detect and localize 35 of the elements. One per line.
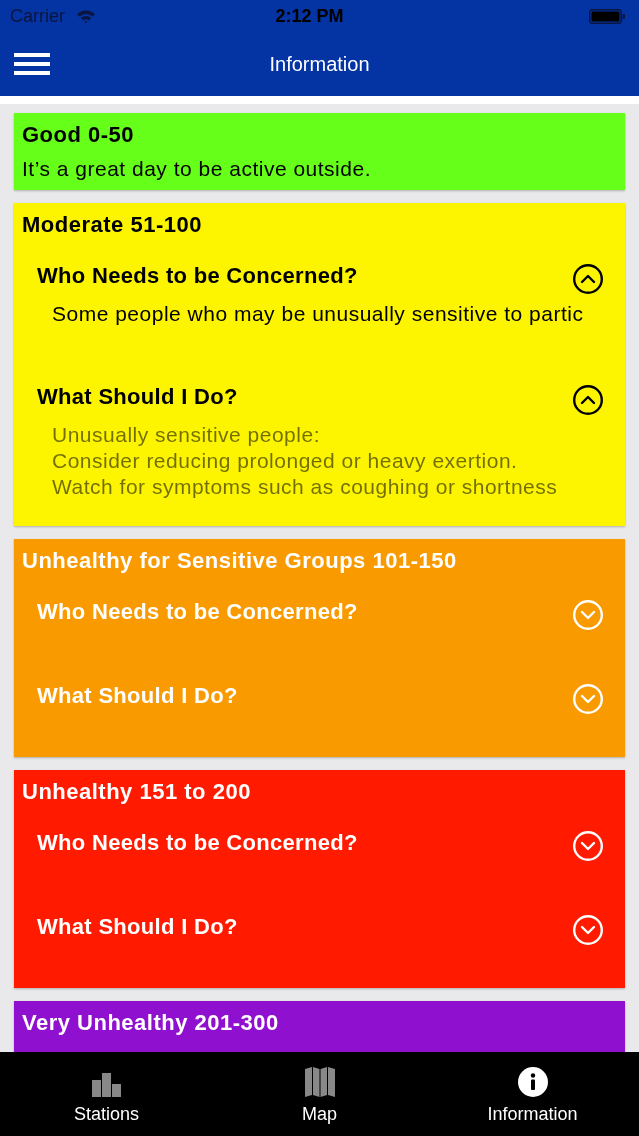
nav-title: Information [269,54,370,74]
tab[interactable]: Information [426,1052,639,1125]
category-title: Moderate 51-100 [22,211,203,239]
chevron-down-icon[interactable] [573,915,603,945]
battery-icon [589,8,625,24]
category-description: It’s a great day to be active outside. [22,156,372,182]
chevron-up-icon[interactable] [573,264,603,294]
tab[interactable]: Stations [0,1052,213,1125]
body-text: Watch for symptoms such as coughing or shortness [52,474,559,500]
section-heading: What Should I Do? [37,912,238,941]
section-heading: Who Needs to be Concerned? [37,828,358,857]
chevron-up-icon[interactable] [573,385,603,415]
category-title: Unhealthy 151 to 200 [22,778,252,806]
body-text: Consider reducing prolonged or heavy exertion. [52,448,519,474]
category-title: Good 0-50 [22,121,136,149]
status-time: 2:12 PM [275,7,345,25]
carrier-name: Carrier [10,7,65,25]
info-icon [517,1067,548,1097]
body-text: Unusually sensitive people: [52,422,321,448]
chevron-down-icon[interactable] [573,600,603,630]
chevron-down-icon[interactable] [573,831,603,861]
category-title: Unhealthy for Sensitive Groups 101-150 [22,547,458,575]
bar-chart-icon [92,1073,121,1097]
wifi-icon [77,9,95,23]
menu-icon [14,53,50,75]
section-heading: Who Needs to be Concerned? [37,597,358,626]
menu-button[interactable] [14,53,50,75]
tab[interactable]: Map [213,1052,426,1125]
category-title: Very Unhealthy 201-300 [22,1009,280,1037]
folded-map-icon [304,1067,335,1097]
chevron-down-icon[interactable] [573,684,603,714]
section-heading: What Should I Do? [37,382,238,411]
section-heading: What Should I Do? [37,681,238,710]
body-text: Some people who may be unusually sensitive to partic [52,301,585,327]
section-heading: Who Needs to be Concerned? [37,261,358,290]
